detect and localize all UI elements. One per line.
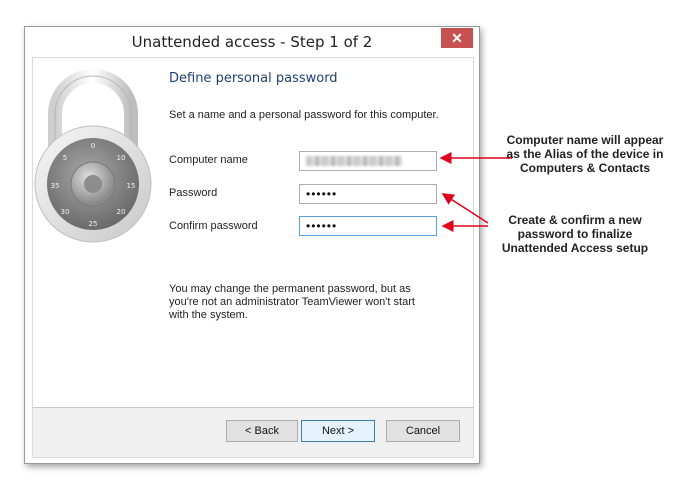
computer-name-callout: Computer name will appear as the Alias o…	[506, 133, 664, 175]
password-callout: Create & confirm a new password to final…	[501, 213, 649, 255]
arrow-password	[441, 193, 489, 224]
